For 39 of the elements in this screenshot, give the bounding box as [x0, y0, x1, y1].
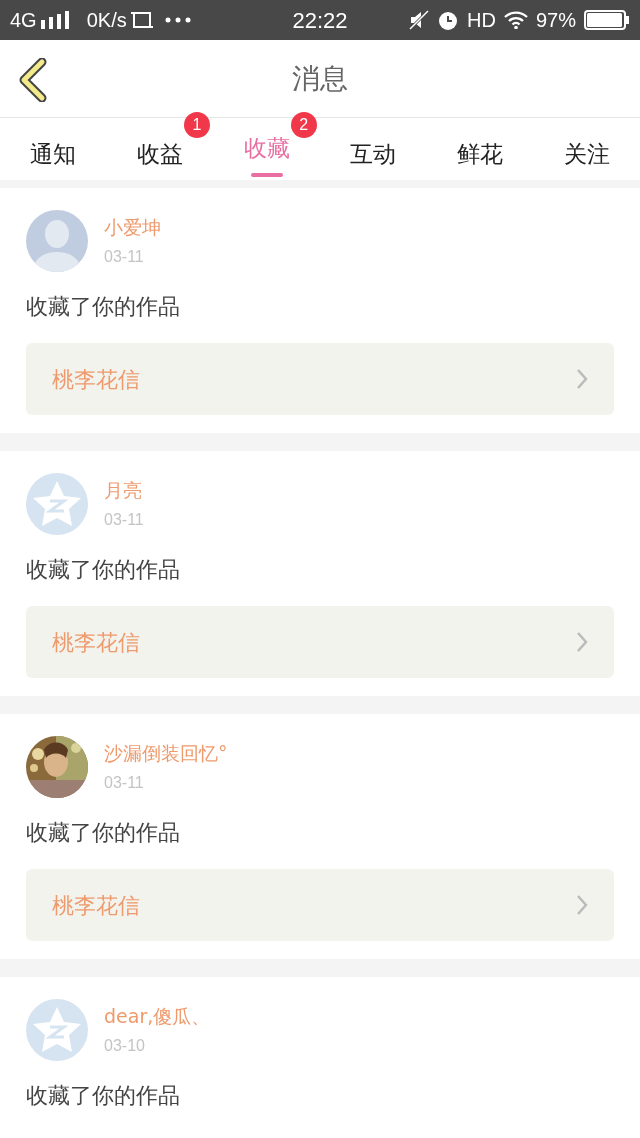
- hd-label: HD: [467, 8, 496, 33]
- mute-icon: [409, 10, 430, 30]
- tab[interactable]: 互动: [346, 118, 401, 180]
- count-badge: 1: [184, 112, 210, 138]
- tab-underline: [250, 173, 283, 178]
- tab[interactable]: 收益: [133, 118, 187, 180]
- work-link[interactable]: 桃李花信: [26, 869, 614, 941]
- message-date: 03-11: [104, 773, 145, 794]
- message-text: 收藏了你的作品: [26, 293, 181, 321]
- work-link[interactable]: 桃李花信: [26, 343, 614, 415]
- speed-label: 0K/s: [86, 8, 127, 33]
- user-name[interactable]: dear,傻瓜、: [104, 1001, 211, 1031]
- alarm-icon: [437, 9, 460, 31]
- count-badge: 2: [290, 112, 317, 138]
- chevron-right-icon: [576, 368, 588, 390]
- user-name[interactable]: 月亮: [104, 475, 144, 505]
- tab[interactable]: 鲜花: [453, 118, 507, 180]
- chevron-right-icon: [576, 894, 588, 916]
- network-label: 4G: [10, 8, 37, 33]
- battery-icon: [584, 10, 630, 30]
- tab[interactable]: 关注: [559, 118, 614, 180]
- message-text: 收藏了你的作品: [26, 1082, 181, 1110]
- message-date: 03-10: [104, 1036, 146, 1057]
- more-icon: [164, 17, 191, 23]
- tab[interactable]: 通知: [26, 118, 81, 180]
- screenshot-icon: [130, 10, 153, 30]
- message-text: 收藏了你的作品: [26, 819, 181, 847]
- page-title: 消息: [292, 60, 348, 97]
- user-name[interactable]: 沙漏倒装回忆°: [104, 738, 228, 768]
- work-link[interactable]: 桃李花信: [26, 606, 614, 678]
- clock: 22:22: [292, 6, 348, 35]
- message-date: 03-11: [104, 510, 144, 531]
- message-date: 03-11: [104, 247, 145, 268]
- back-icon[interactable]: [18, 58, 48, 102]
- message-text: 收藏了你的作品: [26, 556, 181, 584]
- user-name[interactable]: 小爱坤: [104, 212, 161, 242]
- wifi-icon: [503, 11, 528, 29]
- chevron-right-icon: [576, 631, 588, 653]
- battery-label: 97%: [535, 8, 576, 33]
